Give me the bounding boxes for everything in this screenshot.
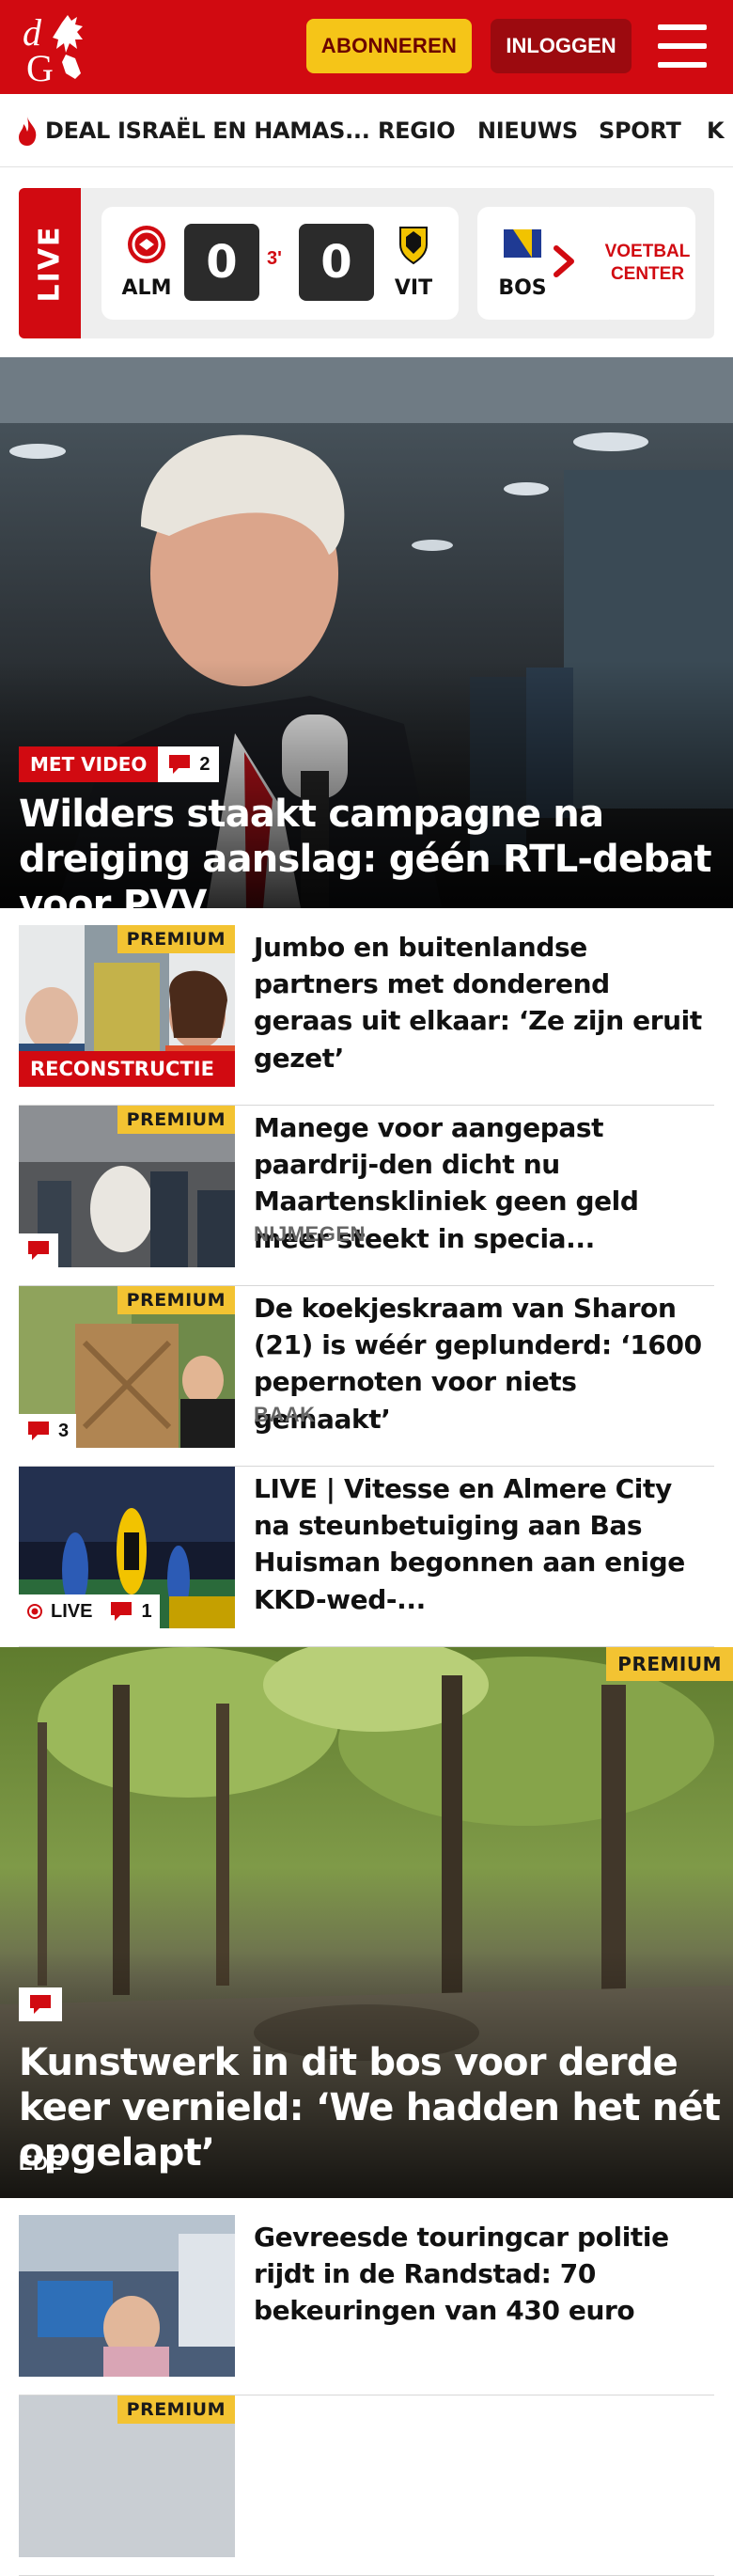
comment-count: 3	[19, 1414, 77, 1448]
vitesse-crest-icon	[399, 227, 428, 265]
article-thumbnail: PREMIUM	[19, 1106, 235, 1267]
bosnia-flag-icon	[504, 229, 541, 258]
hero-title[interactable]: Wilders staakt campagne na dreiging aans…	[19, 792, 714, 908]
article-item[interactable]: PREMIUM	[19, 2395, 714, 2576]
next-team-code: BOS	[498, 276, 547, 300]
comment-count: 2	[158, 746, 220, 782]
live-scoreboard: LIVE ALM 0 3' 0 VIT BOS VOETBAL CENTER	[19, 188, 714, 338]
live-comment-badge: LIVE 1	[19, 1594, 160, 1628]
article-thumbnail: LIVE 1	[19, 1467, 235, 1628]
video-badge-label: MET VIDEO	[19, 746, 159, 782]
article-thumbnail: PREMIUM RECONSTRUCTIE	[19, 925, 235, 1087]
comment-icon	[30, 1995, 51, 2014]
article-thumbnail: PREMIUM 3	[19, 1286, 235, 1448]
chevron-right-icon[interactable]	[551, 243, 579, 280]
nav-item-sport[interactable]: SPORT	[599, 94, 681, 166]
home-team-code: ALM	[121, 276, 172, 300]
featured-location: EDE	[19, 2151, 63, 2175]
svg-text:G: G	[26, 47, 54, 85]
nav-item-label: DEAL ISRAËL EN HAMAS...	[45, 118, 370, 144]
away-team-code: VIT	[394, 276, 433, 300]
article-location: NIJMEGEN	[254, 1222, 366, 1246]
home-team: ALM	[117, 224, 177, 300]
section-nav: DEAL ISRAËL EN HAMAS... REGIO NIEUWS SPO…	[0, 94, 733, 167]
hero-article[interactable]: MET VIDEO 2 Wilders staakt campagne na d…	[0, 357, 733, 908]
premium-badge: PREMIUM	[606, 1647, 733, 1681]
article-item[interactable]: PREMIUM RECONSTRUCTIE Jumbo en buitenlan…	[19, 925, 714, 1106]
match-card[interactable]: ALM 0 3' 0 VIT	[101, 207, 459, 320]
article-item[interactable]: PREMIUM 3 De koekjeskraam van Sharon (21…	[19, 1286, 714, 1467]
almere-crest-icon	[128, 226, 165, 263]
next-match-card[interactable]: BOS	[477, 207, 609, 320]
video-badge: MET VIDEO 2	[19, 746, 220, 782]
flame-icon	[19, 117, 37, 146]
live-label-strip: LIVE	[19, 188, 81, 338]
login-button[interactable]: INLOGGEN	[491, 19, 632, 73]
comment-icon	[169, 755, 191, 774]
premium-badge: PREMIUM	[117, 925, 235, 953]
match-minute: 3'	[267, 248, 282, 269]
next-team: BOS	[492, 224, 553, 300]
away-team: VIT	[383, 224, 444, 300]
article-title[interactable]: Gevreesde touringcar politie rijdt in de…	[254, 2219, 714, 2330]
nav-item-nieuws[interactable]: NIEUWS	[477, 94, 578, 166]
article-item[interactable]: PREMIUM Manege voor aangepast paardrij-d…	[19, 1106, 714, 1286]
live-dot-icon	[27, 1604, 42, 1619]
nav-item-label: REGIO	[378, 118, 456, 144]
voetbal-center-button[interactable]: VOETBAL CENTER	[600, 207, 695, 320]
featured-article[interactable]: PREMIUM Kunstwerk in dit bos voor derde …	[0, 1647, 733, 2198]
site-logo[interactable]: d G	[21, 9, 111, 89]
nav-item-deal-israel[interactable]: DEAL ISRAËL EN HAMAS...	[15, 94, 370, 166]
home-score: 0	[184, 224, 259, 301]
comment-icon	[111, 1602, 133, 1621]
nav-item-regio[interactable]: REGIO	[378, 94, 456, 166]
article-item[interactable]: Gevreesde touringcar politie rijdt in de…	[19, 2215, 714, 2395]
comment-count	[19, 1233, 58, 1267]
premium-badge: PREMIUM	[117, 2395, 235, 2424]
hamburger-menu-icon[interactable]	[658, 24, 707, 68]
comment-count	[19, 1987, 62, 2021]
featured-title[interactable]: Kunstwerk in dit bos voor derde keer ver…	[19, 2040, 724, 2175]
nav-item-more[interactable]: K	[707, 94, 725, 166]
article-title[interactable]: De koekjeskraam van Sharon (21) is wéér …	[254, 1290, 714, 1437]
article-item[interactable]: LIVE 1 LIVE | Vitesse en Almere City na …	[19, 1467, 714, 1647]
nav-item-label: K	[707, 118, 725, 144]
article-title[interactable]: Jumbo en buitenlandse partners met donde…	[254, 929, 714, 1076]
away-score: 0	[299, 224, 374, 301]
nav-item-label: NIEUWS	[477, 118, 578, 144]
subscribe-button[interactable]: ABONNEREN	[306, 19, 472, 73]
reconstructie-tag: RECONSTRUCTIE	[19, 1051, 235, 1087]
article-thumbnail	[19, 2215, 235, 2377]
article-title[interactable]: LIVE | Vitesse en Almere City na steunbe…	[254, 1470, 714, 1618]
article-location: BAAK	[254, 1403, 316, 1426]
comment-icon	[28, 1241, 49, 1260]
premium-badge: PREMIUM	[117, 1106, 235, 1134]
article-thumbnail: PREMIUM	[19, 2395, 235, 2557]
site-header: d G ABONNEREN INLOGGEN	[0, 0, 733, 94]
premium-badge: PREMIUM	[117, 1286, 235, 1314]
comment-icon	[28, 1422, 49, 1440]
nav-item-label: SPORT	[599, 118, 681, 144]
